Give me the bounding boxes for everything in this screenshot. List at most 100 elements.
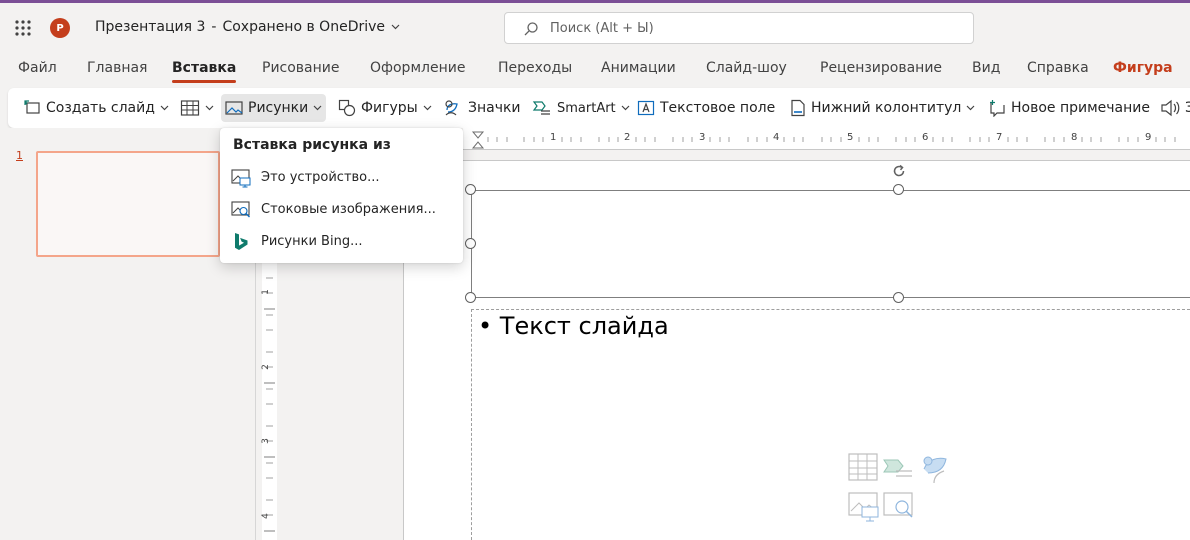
icons-button[interactable]: Значки — [443, 88, 521, 128]
smartart-button[interactable]: SmartArt — [532, 88, 630, 128]
vruler-number: 4 — [260, 513, 271, 519]
new-slide-label: Создать слайд — [46, 100, 155, 116]
insert-smartart-icon — [883, 459, 912, 477]
tab-transitions[interactable]: Переходы — [498, 60, 572, 76]
insert-table-icon — [848, 453, 878, 481]
table-button[interactable] — [180, 88, 214, 128]
tab-home[interactable]: Главная — [87, 60, 147, 76]
active-tab-indicator — [172, 80, 236, 83]
shapes-button[interactable]: Фигуры — [338, 88, 432, 128]
resize-handle[interactable] — [893, 292, 904, 303]
tab-slideshow[interactable]: Слайд-шоу — [706, 60, 787, 76]
device-picture-icon — [231, 168, 251, 188]
new-slide-button[interactable]: Создать слайд — [23, 88, 169, 128]
tab-review[interactable]: Рецензирование — [820, 60, 942, 76]
title-separator: - — [211, 19, 217, 35]
search-placeholder: Поиск (Alt + Ы) — [550, 21, 654, 36]
new-comment-icon — [990, 100, 1005, 117]
icons-icon — [445, 100, 458, 116]
picture-icon — [225, 101, 243, 115]
placeholder-insert-icons — [848, 453, 952, 523]
menu-item-label: Это устройство... — [261, 170, 380, 185]
table-icon — [180, 100, 200, 116]
footer-button[interactable]: Нижний колонтитул — [790, 88, 975, 128]
save-status: Сохранено в OneDrive — [222, 19, 386, 35]
chevron-down-icon — [313, 105, 322, 111]
shapes-icon — [338, 99, 356, 117]
hruler-number: 3 — [699, 132, 706, 143]
chevron-down-icon — [205, 105, 214, 111]
pictures-button[interactable]: Рисунки — [221, 94, 327, 122]
audio-label-partial: З — [1185, 100, 1190, 116]
hruler-number: 5 — [847, 132, 854, 143]
stock-images-icon — [231, 200, 251, 220]
bing-icon — [231, 232, 251, 252]
icons-label: Значки — [468, 100, 521, 116]
tab-help[interactable]: Справка — [1027, 60, 1089, 76]
tab-design[interactable]: Оформление — [370, 60, 465, 76]
hruler-number: 1 — [550, 132, 557, 143]
content-placeholder[interactable] — [471, 309, 1190, 540]
menu-header: Вставка рисунка из — [233, 137, 391, 153]
menu-item-this-device[interactable]: Это устройство... — [220, 162, 463, 194]
smartart-icon — [532, 101, 550, 115]
app-launcher-icon[interactable] — [14, 19, 32, 37]
new-comment-label: Новое примечание — [1011, 100, 1151, 116]
tab-animations[interactable]: Анимации — [601, 60, 676, 76]
insert-picture-device-icon — [848, 492, 879, 522]
pictures-label: Рисунки — [248, 100, 309, 116]
tab-file[interactable]: Файл — [18, 60, 57, 76]
textbox-icon — [637, 100, 655, 116]
hruler-number: 4 — [773, 132, 780, 143]
textbox-button[interactable]: Текстовое поле — [637, 88, 775, 128]
menu-item-label: Рисунки Bing... — [261, 234, 363, 249]
chevron-down-icon — [423, 105, 432, 111]
tab-view[interactable]: Вид — [972, 60, 1000, 76]
tab-insert[interactable]: Вставка — [172, 60, 236, 76]
vruler-number: 2 — [260, 364, 271, 370]
menu-item-label: Стоковые изображения... — [261, 202, 436, 217]
hruler-number: 9 — [1145, 132, 1152, 143]
resize-handle[interactable] — [465, 184, 476, 195]
menu-item-bing-pictures[interactable]: Рисунки Bing... — [220, 226, 463, 258]
insert-stock-images-icon — [883, 492, 913, 518]
powerpoint-logo-icon: P — [50, 18, 70, 38]
insert-icons-icon — [923, 456, 947, 484]
shapes-label: Фигуры — [361, 100, 418, 116]
hruler-number: 6 — [922, 132, 929, 143]
new-comment-button[interactable]: Новое примечание — [988, 88, 1150, 128]
chevron-down-icon — [966, 105, 975, 111]
speaker-icon — [1161, 99, 1180, 117]
resize-handle[interactable] — [465, 238, 476, 249]
chevron-down-icon — [391, 24, 400, 30]
title-placeholder[interactable] — [471, 190, 1190, 298]
slide-number: 1 — [16, 149, 23, 162]
rotate-handle-icon[interactable] — [891, 163, 907, 179]
tab-shape-format[interactable]: Фигура — [1113, 60, 1173, 76]
slide-body-text[interactable]: • Текст слайда — [478, 312, 669, 340]
chevron-down-icon — [160, 105, 169, 111]
hruler-number: 8 — [1071, 132, 1078, 143]
resize-handle[interactable] — [893, 184, 904, 195]
hruler-number: 2 — [624, 132, 631, 143]
document-name: Презентация 3 — [95, 19, 206, 35]
ribbon-toolbar: Создать слайд Рисунки Фигуры Значки Smar… — [8, 88, 1190, 128]
chevron-down-icon — [621, 105, 630, 111]
insert-picture-menu: Вставка рисунка из Это устройство... Сто… — [220, 128, 463, 263]
audio-button[interactable]: З — [1160, 88, 1190, 128]
footer-label: Нижний колонтитул — [811, 100, 962, 116]
textbox-label: Текстовое поле — [660, 100, 776, 116]
resize-handle[interactable] — [465, 292, 476, 303]
document-title[interactable]: Презентация 3 - Сохранено в OneDrive — [95, 19, 400, 35]
horizontal-ruler — [463, 128, 1190, 150]
search-box[interactable]: Поиск (Alt + Ы) — [504, 12, 974, 44]
tab-draw[interactable]: Рисование — [262, 60, 340, 76]
hruler-number: 7 — [996, 132, 1003, 143]
slide-thumbnail[interactable] — [36, 151, 220, 257]
menu-item-stock-images[interactable]: Стоковые изображения... — [220, 194, 463, 226]
vruler-number: 1 — [260, 289, 271, 295]
vruler-number: 3 — [260, 438, 271, 444]
footer-icon — [791, 99, 805, 117]
search-icon — [523, 21, 539, 37]
new-slide-icon — [24, 100, 40, 114]
